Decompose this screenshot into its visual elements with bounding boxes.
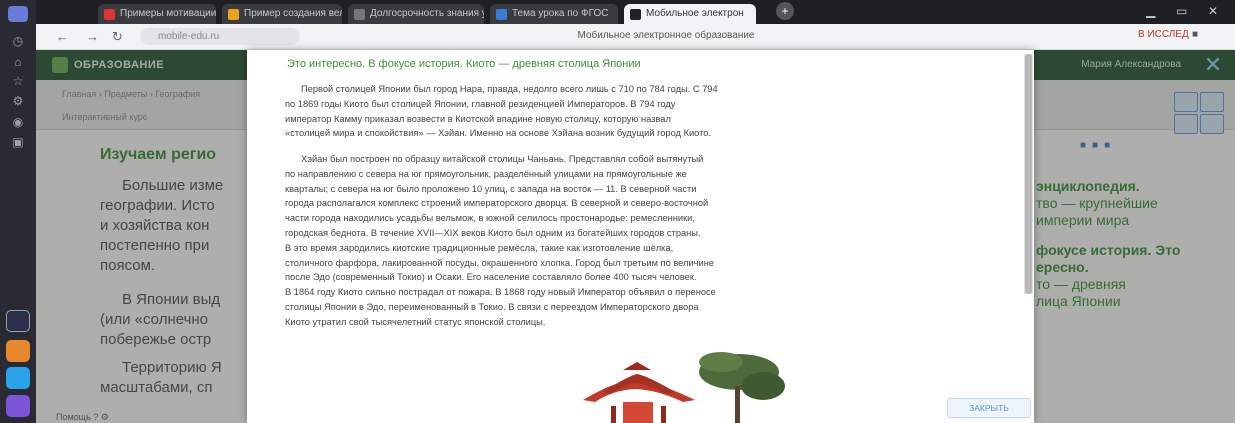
modal-dialog: Это интересно. В фокусе история. Киото —… (247, 50, 1034, 423)
tab-favicon (354, 9, 365, 20)
tab-favicon (630, 9, 641, 20)
text-line: Киото утратил свой тысячелетний статус я… (285, 316, 546, 327)
text-line: В это время зародились киотские традицио… (285, 242, 674, 253)
text-line: Хэйан был построен по образцу китайской … (301, 154, 704, 164)
reload-icon[interactable]: ↻ (112, 29, 123, 45)
scrollbar-thumb[interactable] (1025, 54, 1032, 294)
app-icon-terminal[interactable] (6, 310, 30, 332)
browser-toolbar: ← → ↻ mobile-edu.ru Мобильное электронно… (36, 24, 1235, 50)
tab-favicon (496, 9, 507, 20)
clock-icon[interactable]: ◷ (9, 34, 27, 48)
settings-icon[interactable]: ⚙ (9, 94, 27, 108)
browser-tab[interactable]: Примеры мотивации уче (98, 4, 216, 24)
kyoto-temple-image (463, 352, 793, 423)
text-line: после Эдо (современный Токио) и Осаки. Е… (285, 272, 697, 283)
text-line: император Камму приказал возвести в Киот… (285, 113, 671, 124)
restore-button[interactable]: ▭ (1176, 4, 1187, 18)
window-icon[interactable]: ▣ (9, 135, 27, 149)
text-line: городская беднота. В течение XVII—XIX ве… (285, 227, 701, 238)
text-line: «столицей мира и спокойствия» — Хэйан. И… (285, 128, 712, 139)
browser-tab[interactable]: Тема урока по ФГОС (490, 4, 618, 24)
modal-scrollbar[interactable] (1024, 54, 1033, 294)
modal-paragraph-1: Первой столицей Японии был город Нара, п… (285, 82, 991, 141)
tab-favicon (104, 9, 115, 20)
new-tab-button[interactable]: + (776, 2, 794, 20)
extension-badge[interactable]: В ИССЛЕД (1138, 29, 1189, 40)
text-line: по направлению с севера на юг прямоуголь… (285, 168, 687, 179)
close-window-button[interactable]: ✕ (1208, 4, 1218, 18)
modal-paragraph-2: Хэйан был построен по образцу китайской … (285, 152, 991, 330)
screen: ◷ ⌂ ☆ ⚙ ◉ ▣ Примеры мотивации уче Пример… (0, 0, 1235, 423)
tab-favicon (228, 9, 239, 20)
menu-icon[interactable]: ■ (1192, 29, 1198, 40)
page-title: Мобильное электронное образование (577, 30, 755, 41)
text-line: столицы Японии в Эдо, переименованный в … (285, 301, 699, 312)
text-line: по 1869 годы Киото был столицей Японии, … (285, 98, 676, 109)
forward-icon[interactable]: → (86, 29, 99, 44)
app-icon-files[interactable] (6, 340, 30, 362)
app-icon-store[interactable] (6, 395, 30, 417)
browser-tab[interactable]: Пример создания велос (222, 4, 342, 24)
os-dock: ◷ ⌂ ☆ ⚙ ◉ ▣ (0, 0, 36, 423)
browser-tab-active[interactable]: Мобильное электрон (624, 4, 756, 24)
app-icon-messenger[interactable] (6, 367, 30, 389)
text-line: Первой столицей Японии был город Нара, п… (301, 84, 718, 94)
text-line: столичного фарфора, лакированной посуды,… (285, 257, 714, 268)
modal-close-button[interactable]: ЗАКРЫТЬ (947, 398, 1031, 418)
address-field[interactable]: mobile-edu.ru (140, 28, 300, 45)
browser-tab[interactable]: Долгосрочность знания у (348, 4, 484, 24)
text-line: кварталы; с севера на юг было проложено … (285, 183, 697, 194)
back-icon[interactable]: ← (56, 29, 69, 44)
minimize-button[interactable]: ▁ (1146, 4, 1155, 18)
star-icon[interactable]: ☆ (9, 74, 27, 88)
browser-tab-bar: Примеры мотивации уче Пример создания ве… (36, 0, 1235, 24)
circle-icon[interactable]: ◉ (9, 115, 27, 129)
text-line: В 1864 году Киото сильно пострадал от по… (285, 287, 716, 298)
modal-title: Это интересно. В фокусе история. Киото —… (287, 58, 641, 70)
start-icon[interactable] (8, 6, 28, 22)
text-line: города располагался комплекс строений им… (285, 198, 709, 209)
home-icon[interactable]: ⌂ (9, 55, 27, 69)
text-line: части города находились усадьбы вельмож,… (285, 213, 695, 224)
